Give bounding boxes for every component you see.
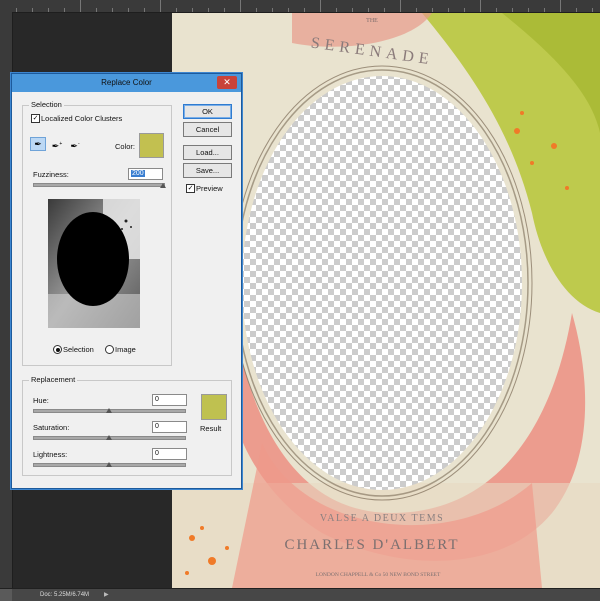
result-color-swatch[interactable] [201, 394, 227, 420]
preview-checkbox[interactable]: ✓ [186, 184, 195, 193]
cancel-button[interactable]: Cancel [183, 122, 232, 137]
lightness-slider-thumb[interactable] [106, 462, 112, 467]
ruler-tick [80, 0, 81, 12]
doc-composer: CHARLES D'ALBERT [284, 537, 459, 553]
fuzziness-input[interactable]: 200 [128, 168, 163, 180]
selection-color-swatch[interactable] [139, 133, 164, 158]
ruler-tick [400, 0, 401, 12]
ruler-tick [96, 8, 97, 12]
ruler-tick [112, 8, 113, 12]
ruler-tick [288, 8, 289, 12]
ruler-tick [416, 8, 417, 12]
lightness-label: Lightness: [33, 450, 68, 459]
navigator-icon[interactable] [0, 589, 12, 601]
ruler-tick [16, 8, 17, 12]
saturation-label: Saturation: [33, 423, 70, 432]
ruler-tick [528, 8, 529, 12]
replacement-legend: Replacement [29, 375, 78, 384]
ruler-tick [512, 8, 513, 12]
ruler-tick [256, 8, 257, 12]
status-menu-arrow-icon[interactable]: ▶ [104, 589, 109, 601]
ruler-tick [128, 8, 129, 12]
load-button[interactable]: Load... [183, 145, 232, 160]
ruler-tick [48, 8, 49, 12]
replace-color-dialog: Replace Color ✕ Selection ✓ Localized Co… [11, 73, 242, 489]
result-label: Result [200, 424, 222, 433]
ruler-tick [448, 8, 449, 12]
ok-button[interactable]: OK [183, 104, 232, 119]
saturation-slider-thumb[interactable] [106, 435, 112, 440]
view-selection-label: Selection [63, 345, 94, 354]
view-image-radio[interactable] [105, 345, 114, 354]
ruler-tick [192, 8, 193, 12]
ruler-tick [576, 8, 577, 12]
eyedropper-icon[interactable]: ✒ [30, 137, 46, 151]
hue-value: 0 [155, 396, 159, 403]
doc-publisher: LONDON CHAPPELL & Co 50 NEW BOND STREET [316, 572, 441, 578]
fuzziness-label: Fuzziness: [33, 170, 69, 179]
ruler-tick [240, 0, 241, 12]
hue-label: Hue: [33, 396, 49, 405]
preview-label: Preview [196, 184, 223, 193]
ruler-tick [64, 8, 65, 12]
ruler-tick [544, 8, 545, 12]
fuzziness-slider[interactable] [33, 183, 165, 187]
selection-legend: Selection [29, 100, 64, 109]
doc-header-small: THE [366, 18, 378, 24]
dialog-titlebar[interactable]: Replace Color ✕ [12, 74, 241, 92]
view-selection-radio[interactable] [53, 345, 62, 354]
ruler-tick [336, 8, 337, 12]
lightness-value: 0 [155, 450, 159, 457]
view-image-label: Image [115, 345, 136, 354]
ruler-tick [144, 8, 145, 12]
fuzziness-slider-thumb[interactable] [160, 183, 166, 188]
localized-color-clusters-checkbox[interactable]: ✓ [31, 114, 40, 123]
ruler-tick [224, 8, 225, 12]
ruler-tick [176, 8, 177, 12]
saturation-value: 0 [155, 423, 159, 430]
horizontal-ruler [0, 0, 600, 13]
save-button[interactable]: Save... [183, 163, 232, 178]
ruler-tick [496, 8, 497, 12]
hue-input[interactable]: 0 [152, 394, 187, 406]
ruler-tick [368, 8, 369, 12]
ruler-tick [432, 8, 433, 12]
lightness-input[interactable]: 0 [152, 448, 187, 460]
eyedropper-minus-icon[interactable]: ✒- [68, 138, 82, 151]
ruler-tick [560, 0, 561, 12]
ruler-tick [32, 8, 33, 12]
color-label: Color: [115, 142, 136, 151]
status-bar: Doc: 5.25M/6.74M ▶ [0, 588, 600, 601]
selection-preview [48, 199, 140, 328]
dialog-title: Replace Color [101, 78, 152, 87]
ruler-tick [208, 8, 209, 12]
ruler-tick [464, 8, 465, 12]
doc-size-info: Doc: 5.25M/6.74M [40, 592, 90, 598]
doc-subtitle: VALSE A DEUX TEMS [320, 513, 444, 524]
ruler-tick [304, 8, 305, 12]
ruler-tick [384, 8, 385, 12]
ruler-tick [352, 8, 353, 12]
saturation-input[interactable]: 0 [152, 421, 187, 433]
ruler-tick [320, 0, 321, 12]
eyedropper-plus-icon[interactable]: ✒+ [50, 138, 64, 151]
localized-color-clusters-label: Localized Color Clusters [41, 114, 123, 123]
ruler-tick [272, 8, 273, 12]
close-button[interactable]: ✕ [217, 76, 237, 89]
hue-slider-thumb[interactable] [106, 408, 112, 413]
fuzziness-value: 200 [131, 170, 145, 177]
ruler-tick [160, 0, 161, 12]
ruler-tick [592, 8, 593, 12]
ruler-tick [480, 0, 481, 12]
